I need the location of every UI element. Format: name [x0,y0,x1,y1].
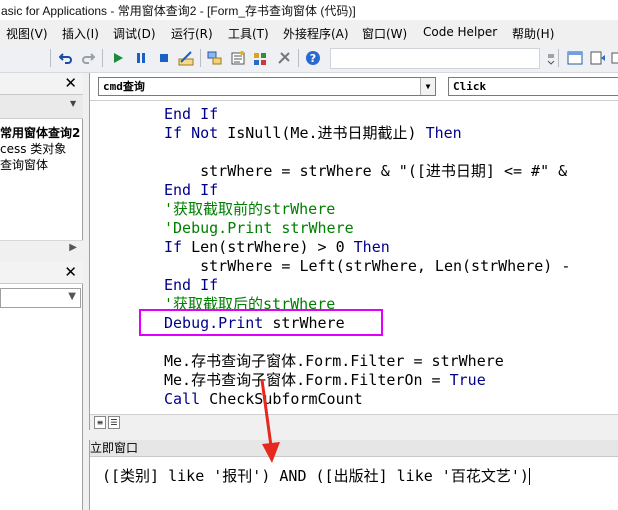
menu-debug[interactable]: 调试(D) [113,25,156,42]
procedure-view-button[interactable]: ≡ [94,416,106,429]
menu-bar: 视图(V) 插入(I) 调试(D) 运行(R) 工具(T) 外接程序(A) 窗口… [0,20,618,44]
menu-insert[interactable]: 插入(I) [62,25,99,42]
code-text: Me.存书查询子窗体.Form.Filter = strWhere [164,352,504,370]
chevron-down-icon[interactable]: ▼ [68,291,76,302]
code-keyword: Call [164,390,201,408]
menu-tools[interactable]: 工具(T) [228,25,269,42]
tree-item-form[interactable]: 查询窗体 [0,157,83,173]
toolbar-overflow-icon[interactable] [543,51,559,67]
scroll-right-icon[interactable]: ▶ [69,242,77,253]
full-module-view-button[interactable]: ☰ [108,416,120,429]
redo-icon[interactable] [80,50,96,66]
window-title: asic for Applications - 常用窗体查询2 - [Form_… [1,4,356,18]
close-icon[interactable]: ✕ [64,264,77,280]
code-line[interactable]: Me.存书查询子窗体.Form.FilterOn = True [164,371,486,390]
code-text: Len(strWhere) > 0 [182,238,354,256]
immediate-output[interactable]: ([类别] like '报刊') AND ([出版社] like '百花文艺') [102,465,530,486]
toolbox-icon[interactable] [276,50,292,66]
text-caret [528,468,530,485]
code-text: strWhere = Left(strWhere, Len(strWhere) … [164,257,580,275]
immediate-window-title: 立即窗口 [90,440,618,457]
help-icon[interactable]: ? [305,50,321,66]
code-keyword: Then [353,238,390,256]
code-keyword: Then [425,124,462,142]
break-icon[interactable] [133,50,149,66]
project-tree: 常用窗体查询2 cess 类对象 查询窗体 [0,125,83,173]
code-keyword: End If [164,181,219,199]
properties-pane: ✕ ▼ [0,262,83,510]
project-pane-header: ✕ [0,73,83,95]
procedure-combo-value: Click [453,80,487,93]
menu-code-helper[interactable]: Code Helper [423,25,497,39]
code-window-bottom-bar: ≡ ☰ [90,414,618,430]
object-browser-icon[interactable] [252,50,268,66]
menu-addins[interactable]: 外接程序(A) [283,25,349,42]
code-line[interactable]: Call CheckSubformCount [164,390,363,409]
immediate-window: 立即窗口 ([类别] like '报刊') AND ([出版社] like '百… [89,440,618,510]
object-combo[interactable]: cmd查询 ▼ [98,77,436,96]
properties-pane-header: ✕ [0,262,83,284]
menu-view[interactable]: 视图(V) [6,25,48,42]
annotation-highlight-box [139,309,383,336]
window-arrange-icon[interactable] [567,50,583,66]
code-line[interactable]: Me.存书查询子窗体.Form.Filter = strWhere [164,352,504,371]
project-horizontal-scrollbar[interactable]: ▶ [0,240,83,256]
code-comment: 'Debug.Print strWhere [164,219,354,237]
object-combo-value: cmd查询 [103,80,145,93]
chevron-down-icon[interactable]: ▼ [420,78,435,95]
code-keyword: End If [164,276,219,294]
immediate-output-text: ([类别] like '报刊') AND ([出版社] like '百花文艺') [102,467,529,485]
code-keyword: End If [164,105,219,123]
procedure-combo[interactable]: Click [448,77,618,96]
code-text: strWhere = strWhere & "([进书日期] <= #" & [164,162,577,180]
project-pane-toolbar: ▼ [0,95,83,119]
code-text: Me.存书查询子窗体.Form.FilterOn = [164,371,450,389]
svg-text:?: ? [310,52,316,65]
window-split-icon[interactable] [590,50,606,66]
tree-item-class-objects[interactable]: cess 类对象 [0,141,83,157]
code-line[interactable]: If Not IsNull(Me.进书日期截止) Then [164,124,462,143]
code-editor[interactable]: End If If Not IsNull(Me.进书日期截止) Then strW… [90,100,618,414]
undo-icon[interactable] [58,50,74,66]
reset-icon[interactable] [156,50,172,66]
properties-icon[interactable] [230,50,246,66]
code-keyword: If [164,238,183,256]
code-line[interactable]: End If [164,181,218,200]
window-extra-icon[interactable] [608,50,618,66]
code-line[interactable]: End If [164,105,218,124]
code-line[interactable]: strWhere = strWhere & "([进书日期] <= #" & [164,162,576,181]
code-text: CheckSubformCount [200,390,363,408]
chevron-down-icon[interactable]: ▼ [70,99,80,113]
project-explorer-pane: ✕ ▼ 常用窗体查询2 cess 类对象 查询窗体 ▶ [0,73,83,256]
code-line[interactable]: 'Debug.Print strWhere [164,219,354,238]
title-bar: asic for Applications - 常用窗体查询2 - [Form_… [0,0,618,20]
menu-help[interactable]: 帮助(H) [512,25,554,42]
standard-toolbar: ? [0,45,618,73]
project-explorer-icon[interactable] [207,50,223,66]
menu-run[interactable]: 运行(R) [171,25,213,42]
code-line[interactable]: If Len(strWhere) > 0 Then [164,238,390,257]
design-mode-icon[interactable] [178,50,194,66]
menu-window[interactable]: 窗口(W) [362,25,407,42]
run-icon[interactable] [110,50,126,66]
code-line[interactable]: End If [164,276,218,295]
code-window: cmd查询 ▼ Click End If If Not IsNull(Me.进书日… [89,73,618,430]
code-line[interactable]: '获取截取前的strWhere [164,200,335,219]
toolbar-blank-field [330,48,540,69]
object-selector[interactable]: ▼ [0,288,81,308]
code-text: IsNull(Me.进书日期截止) [218,124,426,142]
code-keyword: True [449,371,486,389]
close-icon[interactable]: ✕ [64,75,77,91]
code-comment: '获取截取前的strWhere [164,200,336,218]
tree-item-project[interactable]: 常用窗体查询2 [0,125,83,141]
code-line[interactable]: strWhere = Left(strWhere, Len(strWhere) … [164,257,579,276]
code-keyword: If Not [164,124,219,142]
